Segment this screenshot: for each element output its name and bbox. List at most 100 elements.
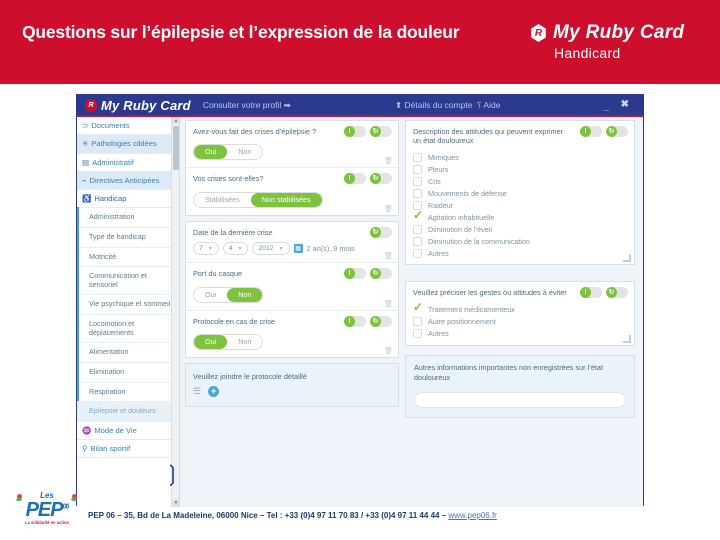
- alert-toggle[interactable]: !: [344, 315, 366, 327]
- checkbox-diminution-eveil[interactable]: [413, 225, 422, 235]
- month-select[interactable]: 4 ▼: [222, 242, 249, 256]
- sidebar-item-mode-de-vie[interactable]: ♒ Mode de Vie: [77, 421, 179, 441]
- delete-icon[interactable]: 🗑: [384, 157, 393, 165]
- option-non[interactable]: Non: [227, 287, 263, 302]
- directives-icon: ⌁: [82, 175, 87, 185]
- checkbox-row[interactable]: Agitation inhabituelle: [406, 209, 634, 224]
- checkbox-row[interactable]: Mimiques: [406, 152, 634, 164]
- option-oui[interactable]: Oui: [194, 145, 228, 160]
- history-toggle[interactable]: ↻: [370, 315, 392, 327]
- oui-non-segmented-control[interactable]: Oui Non: [193, 144, 264, 161]
- checkbox-mouvements-de-defense[interactable]: [413, 189, 422, 199]
- history-toggle[interactable]: ↻: [370, 173, 392, 185]
- sidebar-subitem-vie-psychique-sommeil[interactable]: Vie psychique et sommeil: [77, 295, 179, 316]
- option-non[interactable]: Non: [227, 335, 262, 349]
- sidebar-subitem-elimination[interactable]: Elimination: [77, 363, 179, 383]
- list-icon[interactable]: ☰: [193, 387, 201, 396]
- checkbox-row[interactable]: Autres: [406, 248, 634, 265]
- checkbox-row[interactable]: Autres: [406, 328, 634, 346]
- history-toggle[interactable]: ↻: [370, 268, 392, 280]
- checkbox-cris[interactable]: [413, 177, 422, 187]
- option-non-stabilisees[interactable]: Non stabilisées: [250, 192, 322, 207]
- checkbox-row[interactable]: Mouvements de défense: [406, 188, 634, 200]
- resize-grip-icon[interactable]: [623, 335, 631, 344]
- checkbox-row[interactable]: Autre positionnement: [406, 316, 634, 328]
- history-toggle[interactable]: ↻: [606, 126, 628, 137]
- sidebar-subitem-type-de-handicap[interactable]: Type de handicap: [77, 227, 179, 248]
- scrollbar-thumb[interactable]: [173, 126, 179, 170]
- checkbox-row[interactable]: Diminution de la communication: [406, 236, 634, 248]
- checkbox-row[interactable]: Traitement médicamenteux: [406, 301, 634, 316]
- checkbox-autres[interactable]: [413, 329, 422, 339]
- delete-icon[interactable]: 🗑: [384, 252, 393, 260]
- delete-icon[interactable]: 🗑: [384, 347, 393, 355]
- protocole-segmented-control[interactable]: Oui Non: [193, 334, 264, 351]
- checkbox-row[interactable]: Cris: [406, 176, 634, 188]
- history-toggle[interactable]: ↻: [370, 226, 392, 238]
- sidebar-item-documents[interactable]: ⊃ Documents: [77, 117, 179, 136]
- other-information-input[interactable]: [414, 391, 626, 408]
- scroll-down-icon[interactable]: ▼: [172, 499, 179, 507]
- close-button[interactable]: ✖: [621, 99, 629, 110]
- alert-toggle[interactable]: !: [344, 126, 366, 137]
- sidebar-subitem-locomotion-deplacements[interactable]: Locomotion et déplacements: [77, 315, 179, 344]
- option-stabilisees[interactable]: Stabilisées: [194, 193, 251, 207]
- chevron-down-icon: ▼: [207, 245, 213, 252]
- checkbox-row[interactable]: Pleurs: [406, 164, 634, 176]
- sidebar-subitem-communication-sensoriel[interactable]: Communication et sensoriel: [77, 267, 179, 296]
- checkbox-autre-positionnement[interactable]: [413, 317, 422, 327]
- stabilisees-segmented-control[interactable]: Stabilisées Non stabilisées: [193, 191, 323, 208]
- sidebar-subitem-administration[interactable]: Administration: [77, 208, 179, 228]
- alert-toggle[interactable]: !: [344, 173, 366, 185]
- pep-logo: Les PEP06 La solidarité en action: [14, 492, 80, 536]
- alert-icon: !: [344, 173, 355, 185]
- sidebar-item-handicap[interactable]: ♿ Handicap ▼: [77, 190, 179, 209]
- sidebar-collapse-handle[interactable]: ❳: [163, 463, 181, 485]
- calendar-icon[interactable]: ▦: [293, 244, 303, 254]
- year-select[interactable]: 2012 ▼: [252, 242, 290, 256]
- sidebar-item-pathologies[interactable]: ✳ Pathologies ciblées: [77, 135, 179, 154]
- sidebar-subitem-motricite[interactable]: Motricité: [77, 247, 179, 268]
- checkbox-agitation-inhabituelle[interactable]: [413, 209, 423, 223]
- checkbox-row[interactable]: Diminution de l’éveil: [406, 224, 634, 236]
- alert-icon: !: [344, 268, 355, 280]
- day-select[interactable]: 7 ▼: [193, 242, 219, 256]
- option-oui[interactable]: Oui: [194, 288, 227, 302]
- row-toggles: ! ↻: [344, 173, 392, 185]
- sidebar-subitem-epilepsie-et-douleurs[interactable]: Epilepsie et douleurs: [77, 402, 179, 422]
- account-details-link[interactable]: ⬆ Détails du compte: [395, 100, 473, 111]
- checkbox-label: Raideur: [428, 201, 454, 211]
- delete-icon[interactable]: 🗑: [384, 205, 393, 213]
- middle-column: Avez-vous fait des crises d’épilepsie ? …: [185, 120, 399, 408]
- checkbox-autres[interactable]: [413, 249, 422, 259]
- checkbox-mimiques[interactable]: [413, 153, 422, 163]
- sidebar-scrollbar[interactable]: ▲ ▼: [171, 117, 179, 507]
- alert-toggle[interactable]: !: [580, 287, 602, 299]
- alert-toggle[interactable]: !: [580, 126, 602, 137]
- delete-icon[interactable]: 🗑: [384, 300, 393, 308]
- history-toggle[interactable]: ↻: [370, 126, 392, 137]
- help-link[interactable]: ⸮ Aide: [477, 100, 500, 111]
- casque-segmented-control[interactable]: Oui Non: [193, 286, 264, 303]
- checkbox-traitement-medicamenteux[interactable]: [413, 301, 423, 315]
- checkbox-diminution-communication[interactable]: [413, 237, 422, 247]
- history-toggle[interactable]: ↻: [606, 287, 628, 299]
- sidebar-subitem-respiration[interactable]: Respiration: [77, 382, 179, 403]
- add-attachment-icon[interactable]: +: [208, 386, 220, 398]
- checkbox-label: Autres: [428, 249, 449, 259]
- profile-link[interactable]: Consulter votre profil ➡: [203, 100, 291, 111]
- sidebar-item-administratif[interactable]: ▤ Administratif: [77, 153, 179, 172]
- checkbox-pleurs[interactable]: [413, 165, 422, 175]
- checkbox-row[interactable]: Raideur: [406, 200, 634, 212]
- brand-logo: R My Ruby Card Handicard: [530, 22, 706, 61]
- minimize-button[interactable]: _: [603, 101, 609, 112]
- sidebar-item-directives-anticipees[interactable]: ⌁ Directives Anticipées: [77, 171, 179, 190]
- option-non[interactable]: Non: [227, 145, 262, 159]
- option-oui[interactable]: Oui: [194, 335, 228, 350]
- resize-grip-icon[interactable]: [623, 254, 631, 263]
- scroll-up-icon[interactable]: ▲: [172, 117, 179, 125]
- alert-toggle[interactable]: !: [344, 268, 366, 280]
- footer-website-link[interactable]: www.pep06.fr: [448, 511, 496, 520]
- sidebar-subitem-alimentation[interactable]: Alimentation: [77, 343, 179, 364]
- sidebar-item-bilan-sportif[interactable]: ⚲ Bilan sportif: [77, 440, 179, 459]
